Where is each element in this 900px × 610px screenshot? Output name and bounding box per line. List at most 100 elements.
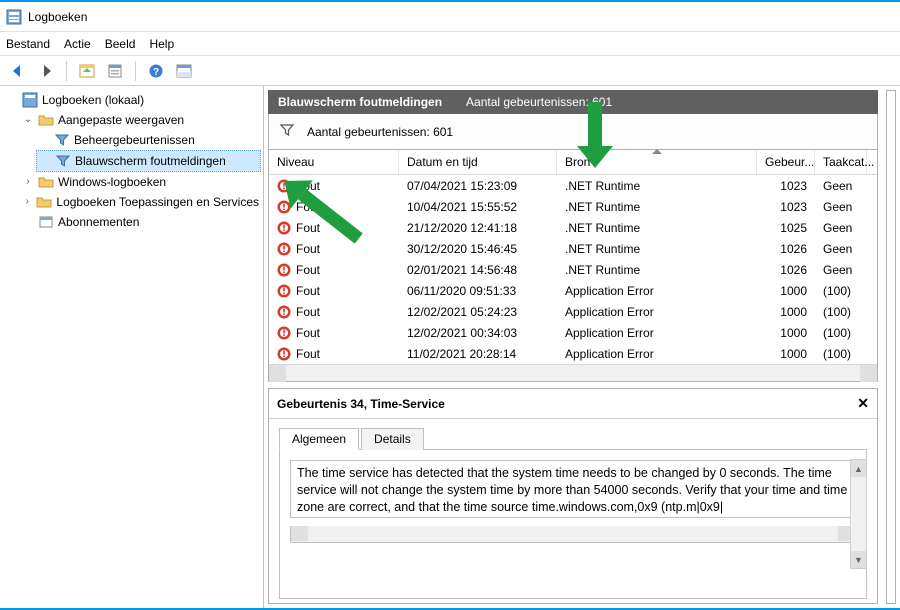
tree-windows-logs[interactable]: › Windows-logboeken <box>20 172 261 192</box>
cell-eventid: 1000 <box>757 284 815 298</box>
table-row[interactable]: Fout07/04/2021 15:23:09.NET Runtime1023G… <box>269 175 877 196</box>
view-header: Blauwscherm foutmeldingen Aantal gebeurt… <box>268 90 878 114</box>
cell-task: (100) <box>815 347 867 361</box>
expand-icon[interactable]: › <box>22 172 34 192</box>
menu-bestand[interactable]: Bestand <box>6 37 50 51</box>
cell-source: Application Error <box>557 284 757 298</box>
table-row[interactable]: Fout06/11/2020 09:51:33Application Error… <box>269 280 877 301</box>
table-row[interactable]: Fout11/02/2021 20:28:14Application Error… <box>269 343 877 364</box>
eventviewer-icon <box>22 92 38 108</box>
table-row[interactable]: Fout 30/12/2020 15:46:45.NET Runtime1026G… <box>269 238 877 259</box>
back-button[interactable] <box>6 59 30 83</box>
col-niveau[interactable]: Niveau <box>269 150 399 174</box>
cell-task: Geen <box>815 221 867 235</box>
tree-admin-events[interactable]: Beheergebeurtenissen <box>36 130 261 150</box>
grid-body[interactable]: Fout07/04/2021 15:23:09.NET Runtime1023G… <box>269 175 877 364</box>
cell-task: Geen <box>815 179 867 193</box>
horizontal-scrollbar[interactable] <box>290 526 856 543</box>
error-icon <box>277 263 291 277</box>
sort-asc-icon <box>652 149 662 154</box>
col-taak[interactable]: Taakcat... <box>815 150 867 174</box>
error-icon <box>277 305 291 319</box>
cell-task: Geen <box>815 200 867 214</box>
cell-date: 12/02/2021 00:34:03 <box>399 326 557 340</box>
error-icon <box>277 326 291 340</box>
cell-task: (100) <box>815 305 867 319</box>
filter-icon <box>55 153 71 169</box>
menu-beeld[interactable]: Beeld <box>105 37 136 51</box>
event-description: The time service has detected that the s… <box>290 460 856 518</box>
forward-button[interactable] <box>34 59 58 83</box>
table-row[interactable]: Fout02/01/2021 14:56:48.NET Runtime1026G… <box>269 259 877 280</box>
cell-eventid: 1026 <box>757 242 815 256</box>
tree-root[interactable]: Logboeken (lokaal) <box>4 90 261 110</box>
cell-date: 10/04/2021 15:55:52 <box>399 200 557 214</box>
tab-general[interactable]: Algemeen <box>279 428 359 450</box>
col-datum[interactable]: Datum en tijd <box>399 150 557 174</box>
tree-label: Blauwscherm foutmeldingen <box>75 151 226 171</box>
subscriptions-icon <box>38 214 54 230</box>
window-title: Logboeken <box>28 10 87 24</box>
vertical-scrollbar[interactable]: ▲ ▼ <box>850 459 867 569</box>
collapse-icon[interactable]: ⌄ <box>22 110 34 130</box>
error-icon <box>277 347 291 361</box>
cell-source: .NET Runtime <box>557 242 757 256</box>
cell-source: .NET Runtime <box>557 221 757 235</box>
cell-date: 06/11/2020 09:51:33 <box>399 284 557 298</box>
detail-panel: Gebeurtenis 34, Time-Service ✕ Algemeen … <box>268 388 878 604</box>
detail-title: Gebeurtenis 34, Time-Service <box>277 397 445 411</box>
cell-date: 11/02/2021 20:28:14 <box>399 347 557 361</box>
cell-eventid: 1023 <box>757 179 815 193</box>
cell-eventid: 1025 <box>757 221 815 235</box>
titlebar: Logboeken <box>0 2 900 32</box>
folder-icon <box>38 174 54 190</box>
menu-help[interactable]: Help <box>149 37 174 51</box>
cell-date: 12/02/2021 05:24:23 <box>399 305 557 319</box>
cell-date: 07/04/2021 15:23:09 <box>399 179 557 193</box>
tree-label: Logboeken Toepassingen en Services <box>56 192 259 212</box>
funnel-icon <box>279 122 295 141</box>
error-icon <box>277 242 291 256</box>
cell-date: 21/12/2020 12:41:18 <box>399 221 557 235</box>
menubar: Bestand Actie Beeld Help <box>0 32 900 56</box>
menu-actie[interactable]: Actie <box>64 37 91 51</box>
close-icon[interactable]: ✕ <box>857 395 869 412</box>
error-icon <box>277 221 291 235</box>
tree-label: Abonnementen <box>58 212 139 232</box>
help-button[interactable]: ? <box>144 59 168 83</box>
tree-subscriptions[interactable]: Abonnementen <box>20 212 261 232</box>
tree-label: Aangepaste weergaven <box>58 110 184 130</box>
preview-pane-button[interactable] <box>172 59 196 83</box>
properties-button[interactable] <box>103 59 127 83</box>
grid-header: Niveau Datum en tijd Bron Gebeur... Taak… <box>269 150 877 175</box>
show-hide-tree-button[interactable] <box>75 59 99 83</box>
cell-eventid: 1026 <box>757 263 815 277</box>
cell-level: Fout <box>296 347 320 361</box>
app-icon <box>6 9 22 25</box>
cell-task: Geen <box>815 242 867 256</box>
tree-app-service-logs[interactable]: › Logboeken Toepassingen en Services <box>20 192 261 212</box>
cell-date: 30/12/2020 15:46:45 <box>399 242 557 256</box>
filter-count: Aantal gebeurtenissen: 601 <box>307 125 453 139</box>
tree-pane: Logboeken (lokaal) ⌄ Aangepaste weergave… <box>0 86 264 608</box>
horizontal-scrollbar[interactable] <box>269 364 877 381</box>
tree-custom-views[interactable]: ⌄ Aangepaste weergaven <box>20 110 261 130</box>
tree-bluescreen-errors[interactable]: Blauwscherm foutmeldingen <box>36 150 261 172</box>
cell-task: (100) <box>815 284 867 298</box>
cell-level: Fout <box>296 326 320 340</box>
cell-source: .NET Runtime <box>557 263 757 277</box>
tree-label: Logboeken (lokaal) <box>42 90 144 110</box>
col-gebeur[interactable]: Gebeur... <box>757 150 815 174</box>
toolbar: ? <box>0 56 900 86</box>
table-row[interactable]: Fout12/02/2021 05:24:23Application Error… <box>269 301 877 322</box>
view-title: Blauwscherm foutmeldingen <box>278 95 442 109</box>
table-row[interactable]: Fout10/04/2021 15:55:52.NET Runtime1023G… <box>269 196 877 217</box>
folder-icon <box>38 112 54 128</box>
table-row[interactable]: Fout12/02/2021 00:34:03Application Error… <box>269 322 877 343</box>
cell-source: .NET Runtime <box>557 179 757 193</box>
cell-task: Geen <box>815 263 867 277</box>
expand-icon[interactable]: › <box>22 192 32 212</box>
tab-details[interactable]: Details <box>361 428 424 450</box>
filter-bar: Aantal gebeurtenissen: 601 <box>268 114 878 150</box>
cell-level: Fout <box>296 242 320 256</box>
